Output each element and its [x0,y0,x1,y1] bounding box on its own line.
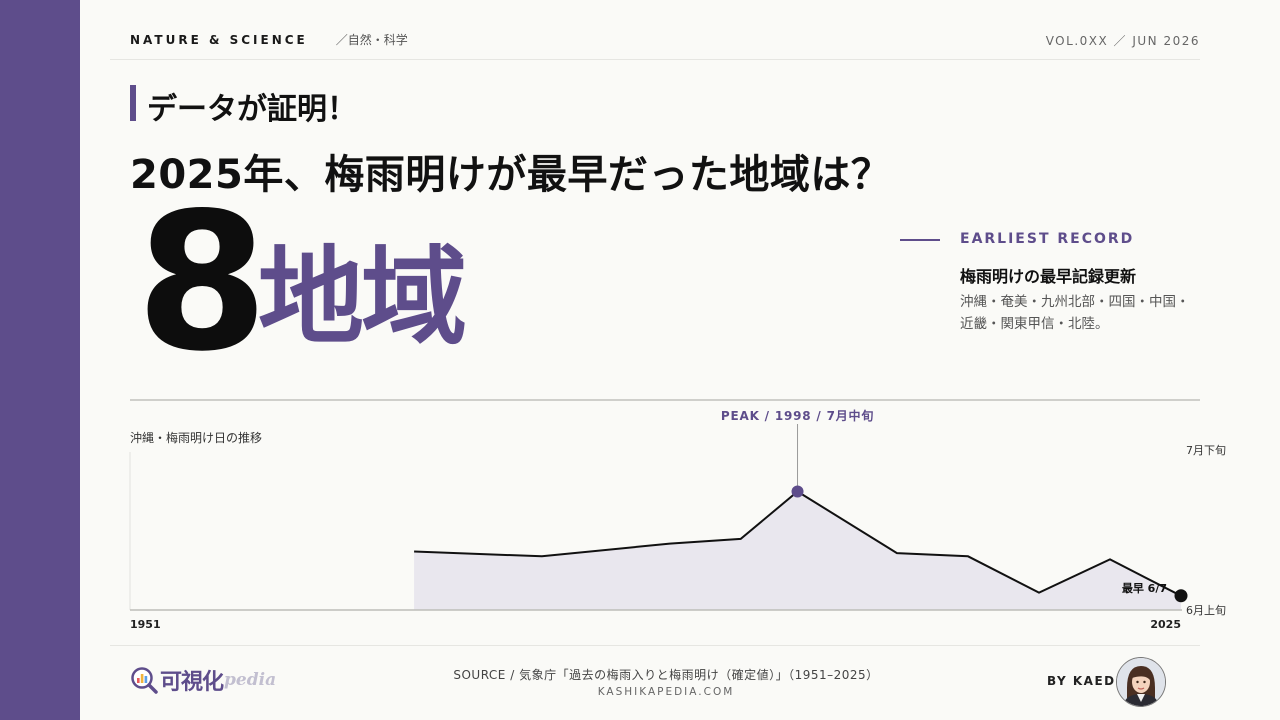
person-icon [1117,658,1165,706]
author-avatar [1116,657,1166,707]
y-tick-bottom: 6月上旬 [1186,604,1226,617]
peak-point [791,485,804,498]
area-fill [414,491,1182,610]
footer-divider [110,645,1200,646]
rainy-season-chart: 沖縄・梅雨明け日の推移 PEAK / 1998 / 7月中旬 最早 6/7 19… [129,408,1226,631]
chart-title: 沖縄・梅雨明け日の推移 [130,430,262,445]
last-point-label: 最早 6/7 [1122,582,1167,595]
author-byline: BY KAEDE [1047,674,1126,688]
x-tick-start: 1951 [130,618,161,631]
peak-label: PEAK / 1998 / 7月中旬 [721,408,874,423]
last-point [1174,589,1188,603]
y-tick-top: 7月下旬 [1186,444,1226,457]
x-tick-end: 2025 [1150,618,1181,631]
